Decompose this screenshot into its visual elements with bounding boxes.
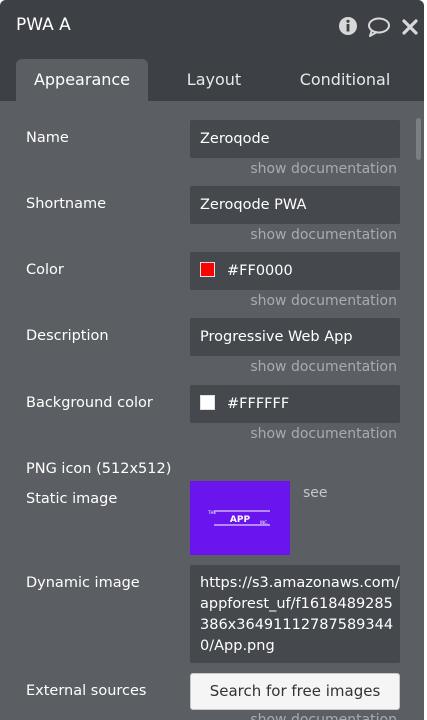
tab-layout[interactable]: Layout <box>160 59 268 101</box>
shortname-field[interactable]: Zeroqode PWA <box>190 186 400 224</box>
see-link[interactable]: see <box>303 485 328 501</box>
description-doc-link[interactable]: show documentation <box>250 359 397 375</box>
background-color-value: #FFFFFF <box>227 396 290 412</box>
external-doc-link[interactable]: show documentation <box>250 712 397 720</box>
logo-text-left: THE <box>207 510 216 515</box>
png-icon-heading: PNG icon (512x512) <box>26 461 172 477</box>
tab-bar: Appearance Layout Conditional <box>0 53 424 101</box>
name-doc-link[interactable]: show documentation <box>250 161 397 177</box>
logo-text-main: APP <box>230 515 251 525</box>
title-bar[interactable]: PWA A <box>0 0 424 53</box>
close-icon[interactable] <box>401 18 419 40</box>
tab-conditional[interactable]: Conditional <box>280 59 410 101</box>
search-free-images-button[interactable]: Search for free images <box>190 673 400 710</box>
description-label: Description <box>26 328 109 344</box>
static-image-thumbnail[interactable]: THE APP INC. <box>190 481 290 555</box>
name-label: Name <box>26 130 69 146</box>
dynamic-image-field[interactable]: https://s3.amazonaws.com/appforest_uf/f1… <box>190 565 400 663</box>
logo-text-right: INC. <box>260 520 268 525</box>
background-color-field[interactable]: #FFFFFF <box>190 385 400 423</box>
background-color-swatch[interactable] <box>200 395 215 410</box>
shortname-doc-link[interactable]: show documentation <box>250 227 397 243</box>
external-sources-label: External sources <box>26 683 147 699</box>
color-value: #FF0000 <box>227 263 293 279</box>
color-doc-link[interactable]: show documentation <box>250 293 397 309</box>
panel-title: PWA A <box>16 15 71 35</box>
name-field[interactable]: Zeroqode <box>190 120 400 158</box>
shortname-label: Shortname <box>26 196 107 212</box>
comment-icon[interactable] <box>367 17 391 41</box>
property-editor-panel: PWA A Appearance Layout Conditional Name… <box>0 0 424 720</box>
color-swatch[interactable] <box>200 262 215 277</box>
background-color-doc-link[interactable]: show documentation <box>250 426 397 442</box>
dynamic-image-label: Dynamic image <box>26 575 140 591</box>
background-color-label: Background color <box>26 395 153 411</box>
color-label: Color <box>26 262 64 278</box>
description-field[interactable]: Progressive Web App <box>190 318 400 356</box>
scrollbar-thumb[interactable] <box>416 118 421 160</box>
info-icon[interactable] <box>338 16 358 40</box>
tab-appearance[interactable]: Appearance <box>16 59 148 101</box>
static-image-label: Static image <box>26 491 118 507</box>
color-field[interactable]: #FF0000 <box>190 252 400 290</box>
